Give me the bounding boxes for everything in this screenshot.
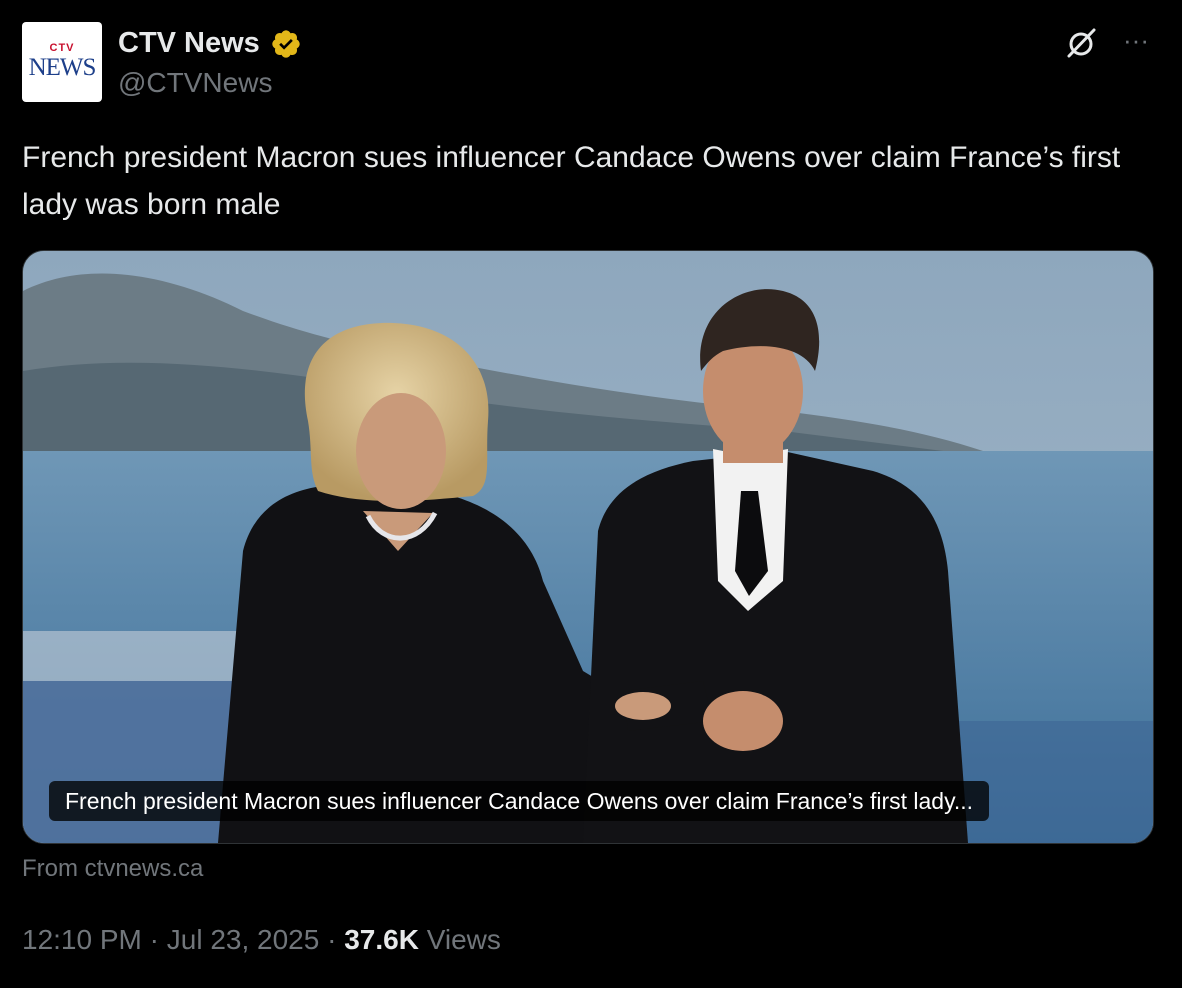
views-count: 37.6K [344,924,419,955]
grok-icon[interactable] [1064,26,1098,60]
card-title: French president Macron sues influencer … [49,781,990,821]
avatar-ctv-text: CTV [49,42,75,54]
more-icon[interactable]: ··· [1118,22,1154,58]
card-source-link[interactable]: From ctvnews.ca [22,852,203,886]
tweet-date[interactable]: Jul 23, 2025 [167,924,320,955]
tweet-time[interactable]: 12:10 PM [22,924,142,955]
meta-separator: · [319,924,345,955]
avatar-news-text: NEWS [28,54,97,81]
card-photo [23,251,1153,843]
avatar[interactable]: CTV NEWS [22,22,102,102]
tweet-text: French president Macron sues influencer … [22,141,1121,221]
user-handle[interactable]: @CTVNews [118,66,272,100]
verified-badge-icon [272,30,300,58]
tweet-meta: 12:10 PM · Jul 23, 2025 · 37.6K Views [22,920,501,960]
views-label: Views [418,924,501,955]
meta-separator: · [141,924,167,955]
link-card[interactable]: French president Macron sues influencer … [22,250,1154,844]
display-name[interactable]: CTV News [118,26,260,60]
